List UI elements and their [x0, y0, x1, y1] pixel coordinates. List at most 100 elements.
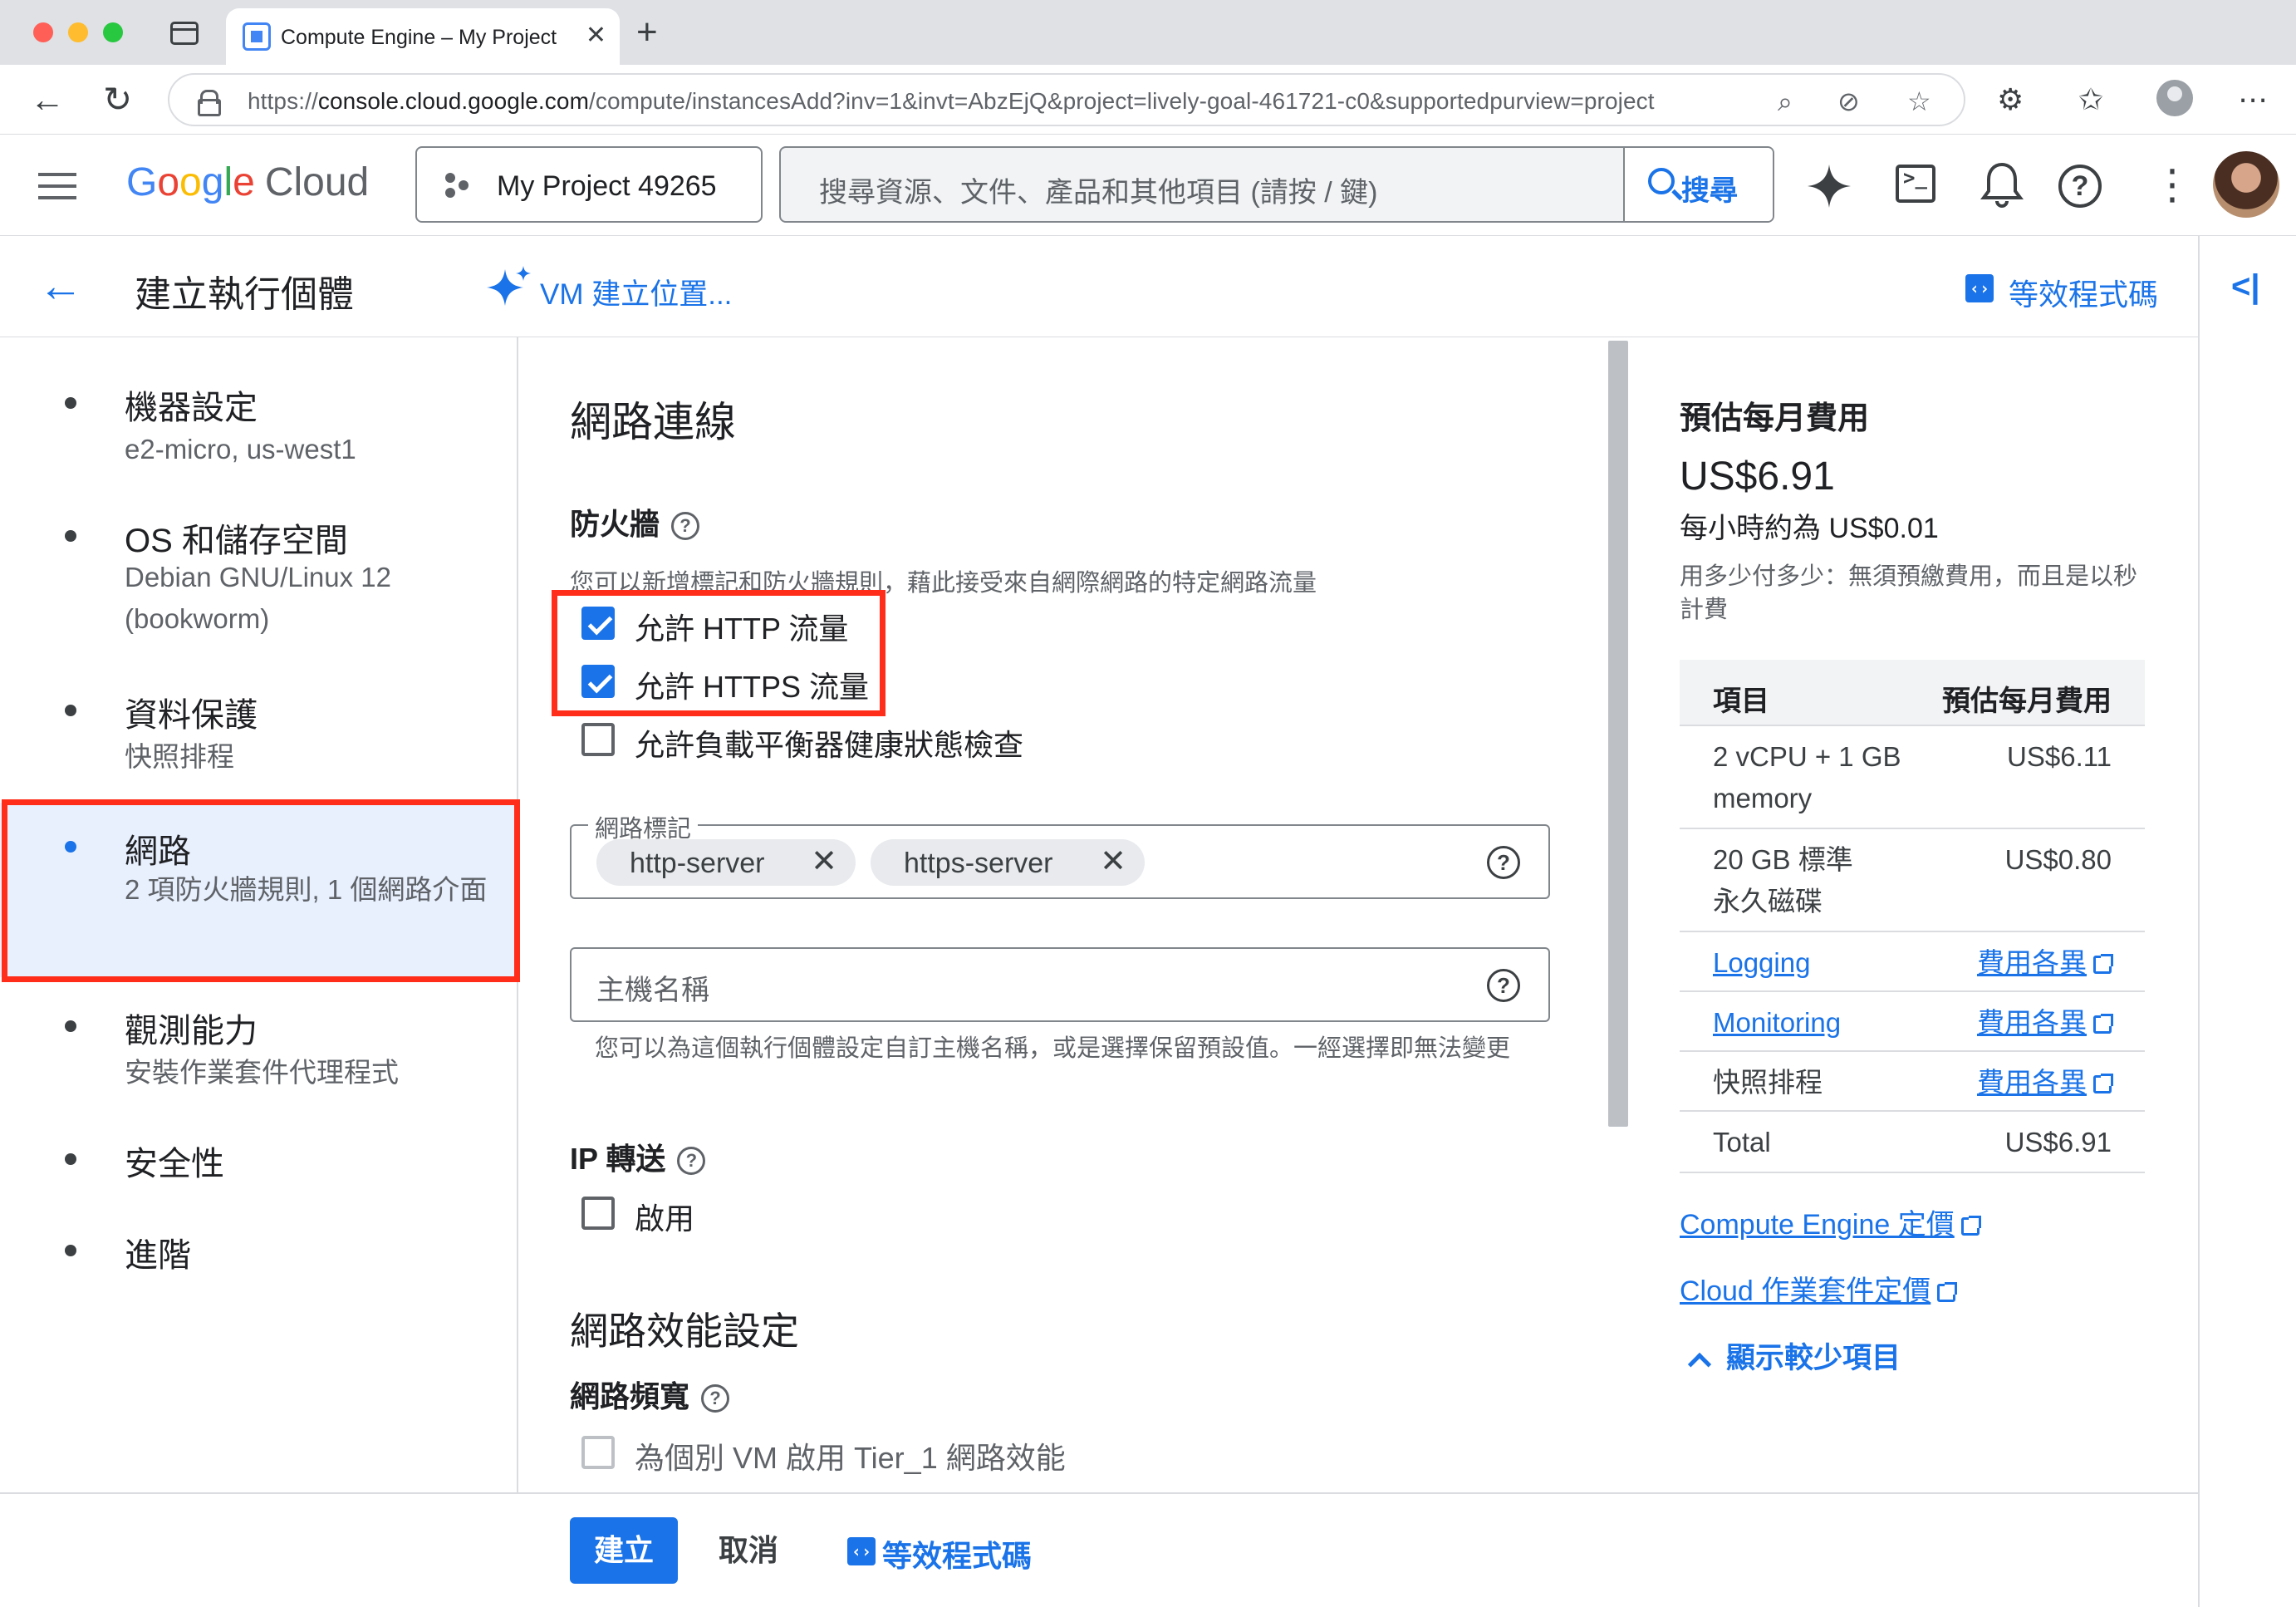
help-icon[interactable]: ?	[2058, 165, 2102, 208]
cost-item: 快照排程	[1713, 1067, 1823, 1098]
compute-engine-pricing-link[interactable]: Compute Engine 定價	[1680, 1202, 1981, 1242]
page-header: ← 建立執行個體 VM 建立位置... ‹› 等效程式碼	[0, 236, 2201, 337]
form-scrollbar[interactable]	[1608, 341, 1628, 1127]
tab-close-icon[interactable]: ✕	[586, 20, 606, 52]
ip-forwarding-enable-label: 啟用	[635, 1202, 695, 1236]
ip-forwarding-enable-row[interactable]: 啟用	[581, 1193, 748, 1236]
logging-link[interactable]: Logging	[1713, 942, 1962, 984]
search-input[interactable]: 搜尋資源、文件、產品和其他項目 (請按 / 鍵) 搜尋	[779, 146, 1774, 223]
help-circle-icon[interactable]: ?	[677, 1147, 706, 1176]
nav-step-os-storage[interactable]: OS 和儲存空間 Debian GNU/Linux 12 (bookworm)	[0, 504, 517, 661]
project-picker-button[interactable]: My Project 49265	[415, 146, 763, 223]
network-tags-help-icon[interactable]: ?	[1487, 846, 1520, 879]
project-hex-icon	[445, 173, 470, 198]
more-options-icon[interactable]: ⋮	[2151, 161, 2193, 208]
favorites-icon[interactable]: ✩	[2078, 81, 2103, 118]
collapse-panel-icon[interactable]: <|	[2231, 266, 2260, 307]
external-link-icon	[1960, 1216, 1981, 1236]
step-subtitle: 快照排程	[125, 741, 234, 772]
back-arrow-icon[interactable]: ←	[30, 80, 65, 120]
reload-icon[interactable]: ↻	[103, 80, 132, 120]
chip-remove-icon[interactable]: ✕	[1100, 844, 1126, 879]
step-subtitle: 安裝作業套件代理程式	[125, 1057, 399, 1088]
create-button[interactable]: 建立	[570, 1517, 678, 1584]
ip-forwarding-title: IP 轉送?	[570, 1135, 706, 1178]
zoom-icon[interactable]: ⌕	[1778, 85, 1793, 118]
hostname-placeholder: 主機名稱	[596, 975, 709, 1006]
google-cloud-logo[interactable]: Google Cloud	[126, 160, 369, 205]
highlight-annotation-networking	[2, 799, 520, 982]
extensions-icon[interactable]: ⚙	[1997, 81, 2024, 118]
help-circle-icon[interactable]: ?	[701, 1384, 730, 1413]
monitoring-link[interactable]: Monitoring	[1713, 1002, 1962, 1044]
window-minimize-button[interactable]	[68, 22, 88, 42]
section-title-performance: 網路效能設定	[570, 1310, 799, 1353]
sparkle-icon	[487, 266, 531, 306]
nav-step-data-protection[interactable]: 資料保護 快照排程	[0, 678, 517, 794]
notifications-bell-icon[interactable]	[1980, 160, 2024, 209]
ip-forwarding-checkbox[interactable]	[581, 1197, 615, 1230]
step-title: OS 和儲存空間	[125, 523, 348, 559]
chip-label: http-server	[630, 848, 765, 879]
nav-step-machine[interactable]: 機器設定 e2-micro, us-west1	[0, 371, 517, 487]
tier1-checkbox[interactable]	[581, 1436, 615, 1469]
browser-profile-icon[interactable]	[2156, 80, 2193, 116]
tab-title: Compute Engine – My Project 4	[281, 26, 558, 49]
cost-amount: US$6.91	[1680, 455, 1835, 499]
form-footer: 建立 取消 ‹› 等效程式碼	[0, 1492, 2198, 1607]
help-circle-icon[interactable]: ?	[671, 512, 700, 541]
nav-step-observability[interactable]: 觀測能力 安裝作業套件代理程式	[0, 994, 517, 1110]
cost-varies-link[interactable]: 費用各異	[1977, 1062, 2113, 1103]
equivalent-code-label: 等效程式碼	[882, 1539, 1033, 1573]
allow-lb-health-check-row[interactable]: 允許負載平衡器健康狀態檢查	[581, 720, 1047, 762]
show-less-button[interactable]: 顯示較少項目	[1687, 1334, 1901, 1377]
step-bullet	[65, 1020, 76, 1032]
code-icon: ‹›	[1965, 274, 1994, 302]
cost-varies-link[interactable]: 費用各異	[1977, 942, 2113, 984]
hostname-input[interactable]: 主機名稱 ?	[570, 947, 1550, 1022]
nav-step-security[interactable]: 安全性	[0, 1127, 517, 1202]
back-arrow-icon[interactable]: ←	[38, 261, 83, 311]
tier1-label: 為個別 VM 啟用 Tier_1 網路效能	[635, 1441, 1066, 1475]
step-subtitle: e2-micro, us-west1	[125, 434, 356, 464]
browser-menu-icon[interactable]: ⋯	[2238, 81, 2268, 118]
user-avatar[interactable]	[2213, 151, 2279, 218]
search-button[interactable]: 搜尋	[1623, 148, 1773, 221]
nav-step-advanced[interactable]: 進階	[0, 1218, 517, 1293]
browser-tab-active[interactable]: Compute Engine – My Project 4 ✕	[226, 8, 620, 65]
cost-table-header: 項目 預估每月費用	[1680, 660, 2145, 726]
step-bullet	[65, 1153, 76, 1165]
tag-chip-https-server[interactable]: https-server ✕	[871, 839, 1145, 886]
address-bar[interactable]: https://console.cloud.google.com/compute…	[168, 73, 1965, 126]
project-name: My Project 49265	[497, 170, 717, 202]
page-title: 建立執行個體	[135, 274, 354, 315]
step-title: 機器設定	[125, 390, 258, 426]
tag-chip-http-server[interactable]: http-server ✕	[596, 839, 856, 886]
new-tab-plus-icon[interactable]: +	[636, 12, 658, 53]
main-menu-icon[interactable]	[38, 173, 76, 199]
cloud-shell-icon[interactable]	[1896, 165, 1935, 203]
external-link-icon	[2093, 1014, 2113, 1034]
step-title: 資料保護	[125, 697, 258, 734]
cost-value: US$6.11	[2007, 741, 2112, 772]
ops-suite-pricing-link[interactable]: Cloud 作業套件定價	[1680, 1268, 1958, 1309]
cost-varies-link[interactable]: 費用各異	[1977, 1002, 2113, 1044]
tab-overview-icon[interactable]	[170, 22, 199, 45]
tracking-prevention-icon[interactable]: ⊘	[1837, 85, 1860, 118]
window-zoom-button[interactable]	[103, 22, 123, 42]
allow-lb-health-check-checkbox[interactable]	[581, 723, 615, 756]
allow-lb-health-check-label: 允許負載平衡器健康狀態檢查	[635, 728, 1024, 762]
window-close-button[interactable]	[33, 22, 53, 42]
column-header-item: 項目	[1713, 686, 1769, 717]
chip-remove-icon[interactable]: ✕	[811, 844, 837, 879]
cost-title: 預估每月費用	[1680, 401, 1870, 436]
cost-hourly: 每小時約為 US$0.01	[1680, 513, 1939, 544]
tier1-checkbox-row[interactable]: 為個別 VM 啟用 Tier_1 網路效能	[581, 1433, 1080, 1475]
favorite-star-icon[interactable]: ☆	[1907, 85, 1931, 118]
gemini-spark-icon[interactable]	[1806, 163, 1852, 209]
site-info-lock-icon[interactable]	[198, 90, 221, 116]
network-tags-field[interactable]: 網路標記 http-server ✕ https-server ✕ ?	[570, 809, 1550, 899]
step-title: 觀測能力	[125, 1013, 258, 1049]
cancel-button[interactable]: 取消	[703, 1517, 794, 1584]
hostname-help-icon[interactable]: ?	[1487, 969, 1520, 1002]
